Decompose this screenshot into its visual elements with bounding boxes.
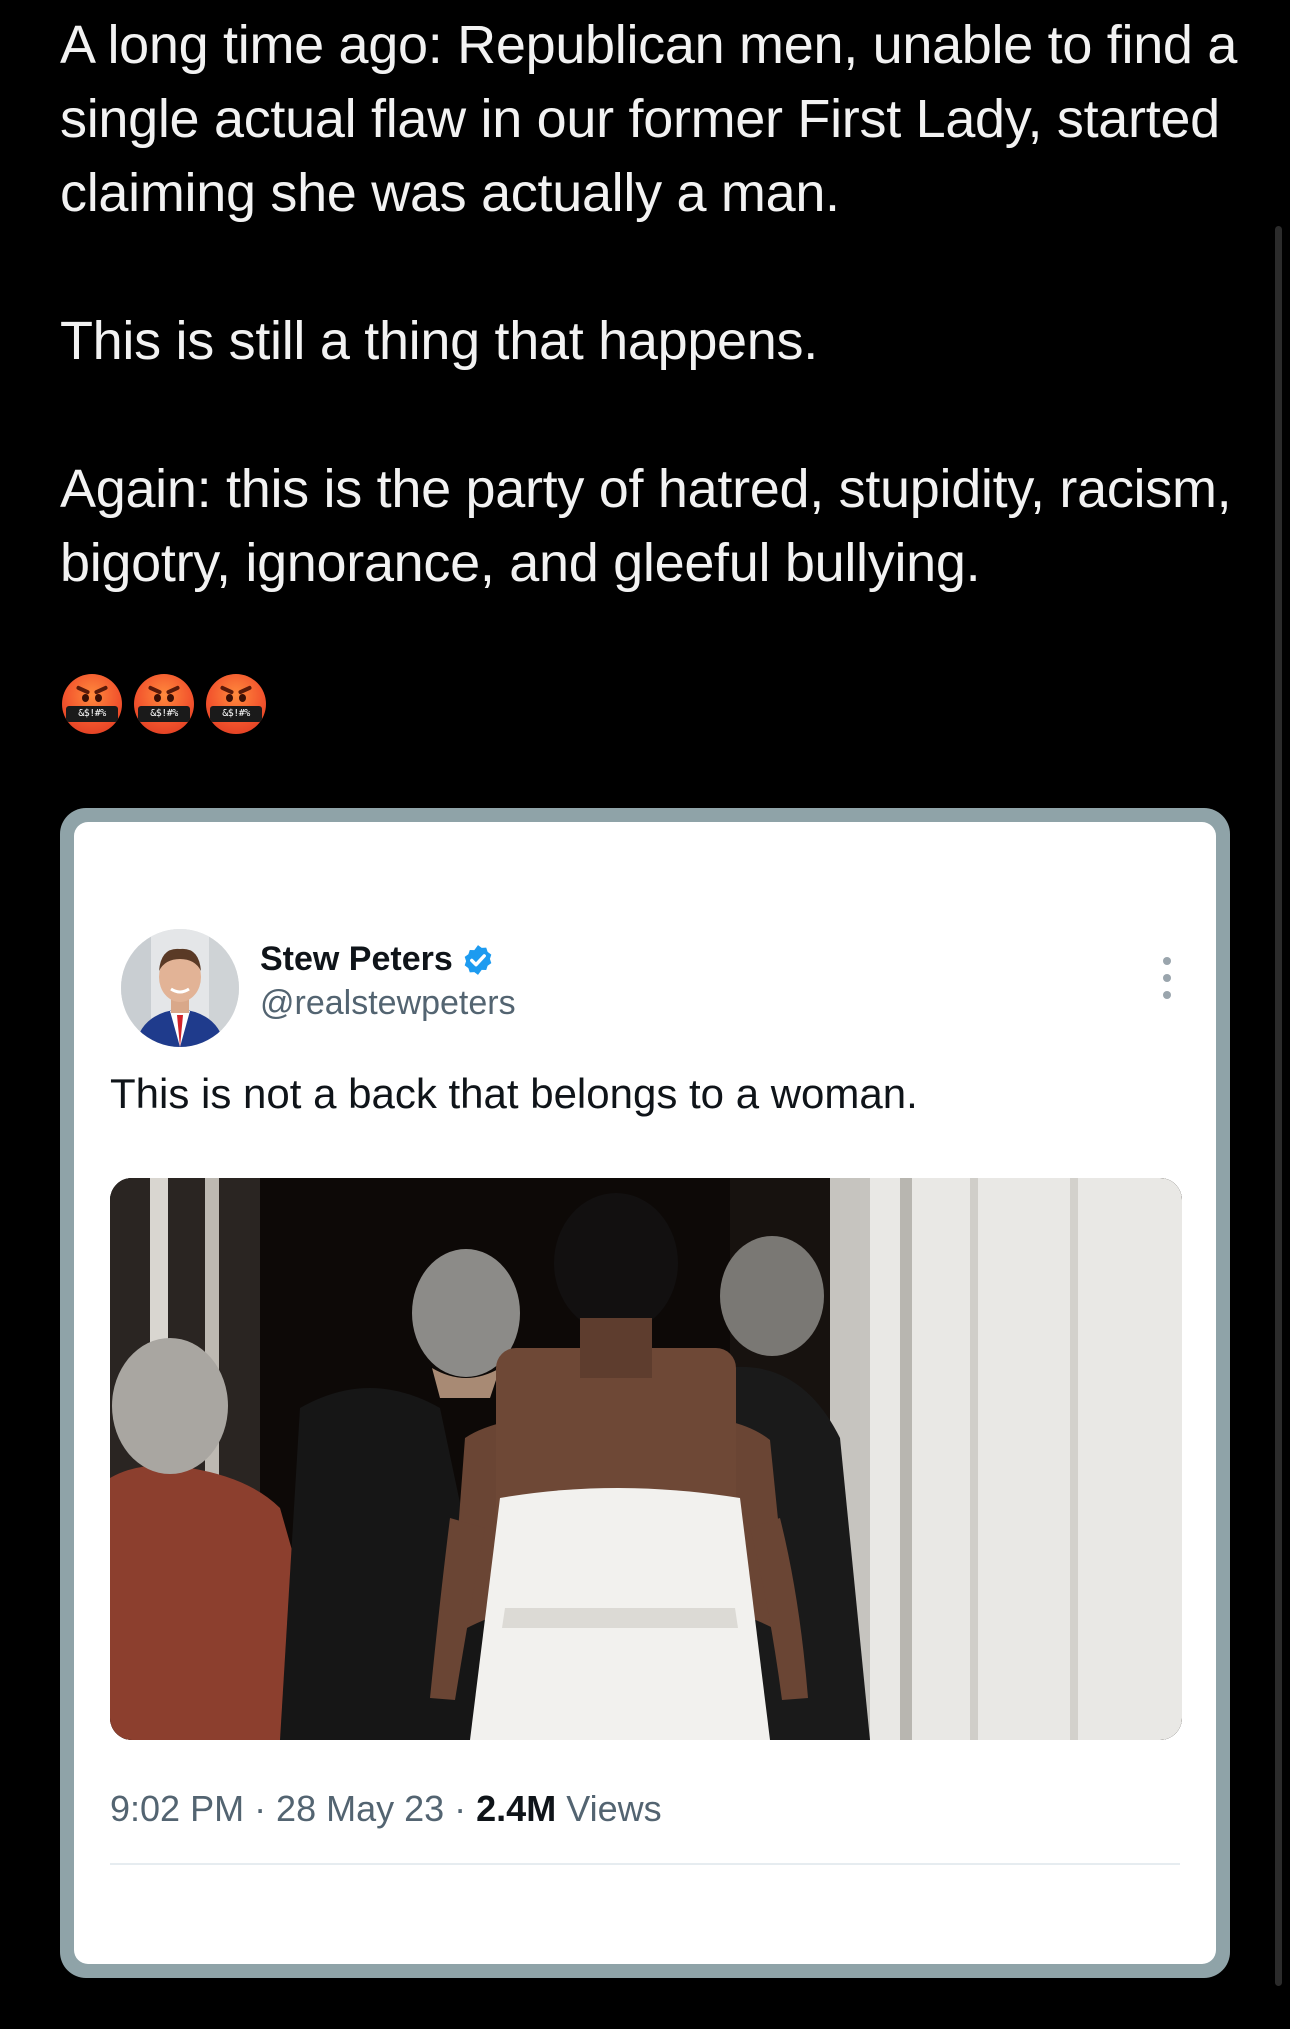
scrollbar[interactable] <box>1275 226 1282 1986</box>
more-options-icon[interactable] <box>1162 956 1172 1000</box>
tweet-photo[interactable] <box>110 1178 1182 1740</box>
post-paragraph: A long time ago: Republican men, unable … <box>60 15 1238 223</box>
emoji-symbols: &$!#% <box>210 706 262 722</box>
author-name[interactable]: Stew Peters <box>260 940 495 979</box>
post-paragraph: Again: this is the party of hatred, stup… <box>60 459 1232 593</box>
emoji-symbols: &$!#% <box>66 706 118 722</box>
face-with-symbols-on-mouth-icon: &$!#% <box>134 674 194 734</box>
quoted-tweet-card: Stew Peters @realstewpeters This is not … <box>74 822 1216 1964</box>
author-handle[interactable]: @realstewpeters <box>260 984 516 1023</box>
views-count: 2.4M <box>476 1788 557 1829</box>
verified-badge-icon <box>464 944 492 975</box>
author-name-text: Stew Peters <box>260 940 453 978</box>
divider <box>110 1863 1180 1865</box>
tweet-text: This is not a back that belongs to a wom… <box>110 1070 918 1117</box>
quoted-tweet-screenshot[interactable]: Stew Peters @realstewpeters This is not … <box>60 808 1230 1978</box>
tweet-meta: 9:02 PM · 28 May 23 · 2.4M Views <box>110 1788 662 1830</box>
tweet-timestamp[interactable]: 9:02 PM · 28 May 23 · <box>110 1788 476 1829</box>
views-label: Views <box>556 1788 662 1829</box>
post-paragraph: This is still a thing that happens. <box>60 311 818 371</box>
tweet-photo-image <box>110 1178 1182 1740</box>
emoji-symbols: &$!#% <box>138 706 190 722</box>
avatar[interactable] <box>121 929 239 1047</box>
emoji-row: &$!#% &$!#% &$!#% <box>62 674 266 734</box>
avatar-photo <box>121 929 239 1047</box>
post-body: A long time ago: Republican men, unable … <box>60 8 1240 600</box>
face-with-symbols-on-mouth-icon: &$!#% <box>206 674 266 734</box>
face-with-symbols-on-mouth-icon: &$!#% <box>62 674 122 734</box>
